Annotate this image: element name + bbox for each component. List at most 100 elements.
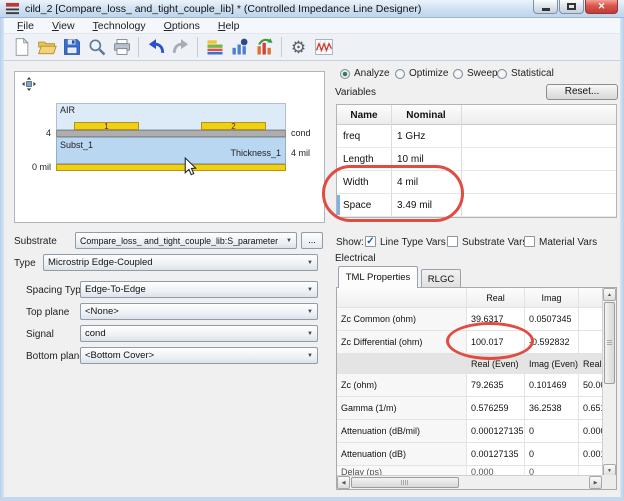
toolbar-separator	[197, 37, 198, 57]
variable-row-length[interactable]: Length 10 mil	[337, 148, 616, 171]
waveform-button[interactable]	[311, 35, 336, 59]
top-dim-label: 4	[33, 128, 51, 138]
tab-tml-properties[interactable]: TML Properties	[338, 266, 418, 288]
move-handle-icon[interactable]	[22, 77, 36, 91]
bottom-cover-layer[interactable]	[56, 164, 286, 171]
substrate-vars-label[interactable]: Substrate Vars	[462, 237, 527, 248]
window-title: cild_2 [Compare_loss_ and_tight_couple_l…	[25, 3, 421, 15]
line-type-vars-checkbox[interactable]: ✓	[365, 236, 376, 247]
undo-button[interactable]	[143, 35, 168, 59]
tml-properties-table[interactable]: Real Imag Zc Common (ohm) 39.6317 0.0507…	[336, 287, 617, 490]
scrollbar-corner	[602, 475, 616, 489]
imag-value: 0	[525, 443, 579, 465]
maximize-button[interactable]	[559, 0, 584, 14]
chevron-down-icon: ▼	[282, 238, 296, 244]
header-imag[interactable]: Imag	[525, 288, 579, 307]
minimize-button[interactable]	[533, 0, 558, 14]
header-real-even[interactable]: Real (Even)	[467, 354, 525, 373]
real-value: 100.017	[467, 331, 525, 353]
type-form-label: Type	[14, 258, 36, 269]
radio-icon	[453, 69, 463, 79]
table-row-zc-differential[interactable]: Zc Differential (ohm) 100.017 -0.592832	[337, 331, 603, 354]
table-row-gamma[interactable]: Gamma (1/m) 0.576259 36.2538 0.651	[337, 397, 603, 420]
table-row-attenuation-dbmil[interactable]: Attenuation (dB/mil) 0.000127135 0 0.000	[337, 420, 603, 443]
column-header-name[interactable]: Name	[337, 105, 391, 125]
conductor-1[interactable]: 1	[74, 122, 139, 130]
print-button[interactable]	[109, 35, 134, 59]
substrate-select[interactable]: Compare_loss_ and_tight_couple_lib:S_par…	[75, 232, 297, 249]
window-controls: ✕	[532, 0, 618, 14]
vertical-scrollbar[interactable]: ▲ ▼	[602, 288, 616, 478]
new-button[interactable]	[9, 35, 34, 59]
settings-gear-icon: ⚙	[291, 39, 306, 56]
menu-view[interactable]: View	[43, 19, 84, 33]
tab-rlgc[interactable]: RLGC	[421, 269, 461, 288]
signal-select[interactable]: cond ▼	[80, 325, 318, 342]
vertical-scroll-thumb[interactable]	[604, 302, 615, 384]
top-plane-value: <None>	[81, 306, 303, 317]
imag-value: 36.2538	[525, 397, 579, 419]
zoom-button[interactable]	[84, 35, 109, 59]
spacing-type-select[interactable]: Edge-To-Edge ▼	[80, 281, 318, 298]
scroll-left-button[interactable]: ◀	[337, 476, 350, 489]
extra-value: 50.00	[579, 374, 603, 396]
substrate-browse-button[interactable]: ...	[301, 232, 323, 249]
cond-metal-layer[interactable]	[56, 130, 286, 137]
table-row-attenuation-db[interactable]: Attenuation (dB) 0.00127135 0 0.001	[337, 443, 603, 466]
bottom-plane-select[interactable]: <Bottom Cover> ▼	[80, 347, 318, 364]
type-select[interactable]: Microstrip Edge-Coupled ▼	[43, 254, 318, 271]
scroll-up-button[interactable]: ▲	[603, 288, 616, 301]
header-real[interactable]: Real	[467, 288, 525, 307]
var-nominal: 10 mil	[391, 148, 461, 171]
header-imag-even[interactable]: Imag (Even)	[525, 354, 579, 373]
chevron-down-icon: ▼	[303, 353, 317, 359]
scroll-right-button[interactable]: ▶	[589, 476, 602, 489]
sweep-chart-button[interactable]	[252, 35, 277, 59]
open-button[interactable]	[34, 35, 59, 59]
substrate-vars-checkbox[interactable]	[447, 236, 458, 247]
menu-technology[interactable]: Technology	[84, 19, 155, 33]
menu-help[interactable]: Help	[209, 19, 249, 33]
menu-options[interactable]: Options	[155, 19, 209, 33]
menu-file[interactable]: File	[8, 19, 43, 33]
imag-value: 0.0507345	[525, 308, 579, 330]
title-bar[interactable]: cild_2 [Compare_loss_ and_tight_couple_l…	[0, 0, 624, 18]
redo-button[interactable]	[168, 35, 193, 59]
analyze-chart-button[interactable]	[227, 35, 252, 59]
mode-analyze[interactable]: Analyze	[340, 68, 390, 79]
material-vars-checkbox[interactable]	[524, 236, 535, 247]
variable-row-width[interactable]: Width 4 mil	[337, 171, 616, 194]
column-header-nominal[interactable]: Nominal	[391, 105, 461, 125]
table-row-zc[interactable]: Zc (ohm) 79.2635 0.101469 50.00	[337, 374, 603, 397]
check-icon: ✓	[366, 236, 374, 247]
substrate-stack-button[interactable]	[202, 35, 227, 59]
mode-statistical[interactable]: Statistical	[497, 68, 554, 79]
mode-optimize[interactable]: Optimize	[395, 68, 448, 79]
signal-value: cond	[81, 328, 303, 339]
conductor-2[interactable]: 2	[201, 122, 266, 130]
header-blank	[579, 288, 603, 307]
chevron-down-icon: ▼	[303, 331, 317, 337]
cross-section-panel[interactable]: AIR 1 2 Subst_1 Thickness_1 4 cond 4 mil…	[14, 71, 325, 223]
top-plane-select[interactable]: <None> ▼	[80, 303, 318, 320]
table-row-zc-common[interactable]: Zc Common (ohm) 39.6317 0.0507345	[337, 308, 603, 331]
variables-table[interactable]: Name Nominal freq 1 GHz Length 10 mil Wi…	[336, 104, 617, 218]
variable-row-freq[interactable]: freq 1 GHz	[337, 125, 616, 148]
header-real-odd[interactable]: Real (	[579, 354, 603, 373]
spacing-type-label: Spacing Type	[26, 285, 86, 296]
mode-sweep[interactable]: Sweep	[453, 68, 498, 79]
close-button[interactable]: ✕	[585, 0, 618, 14]
line-type-vars-label[interactable]: Line Type Vars	[380, 237, 446, 248]
substrate-label: Subst_1	[60, 140, 93, 150]
settings-button[interactable]: ⚙	[286, 35, 311, 59]
horizontal-scrollbar[interactable]: ◀ ▶	[337, 475, 603, 489]
material-vars-label[interactable]: Material Vars	[539, 237, 597, 248]
reset-button[interactable]: Reset...	[546, 84, 618, 100]
horizontal-scroll-thumb[interactable]	[351, 477, 459, 488]
maximize-icon	[567, 3, 576, 10]
close-icon: ✕	[598, 1, 606, 12]
var-nominal: 1 GHz	[391, 125, 461, 148]
save-button[interactable]	[59, 35, 84, 59]
variable-row-space[interactable]: Space 3.49 mil	[337, 194, 616, 217]
bar-chart-icon	[230, 37, 250, 57]
